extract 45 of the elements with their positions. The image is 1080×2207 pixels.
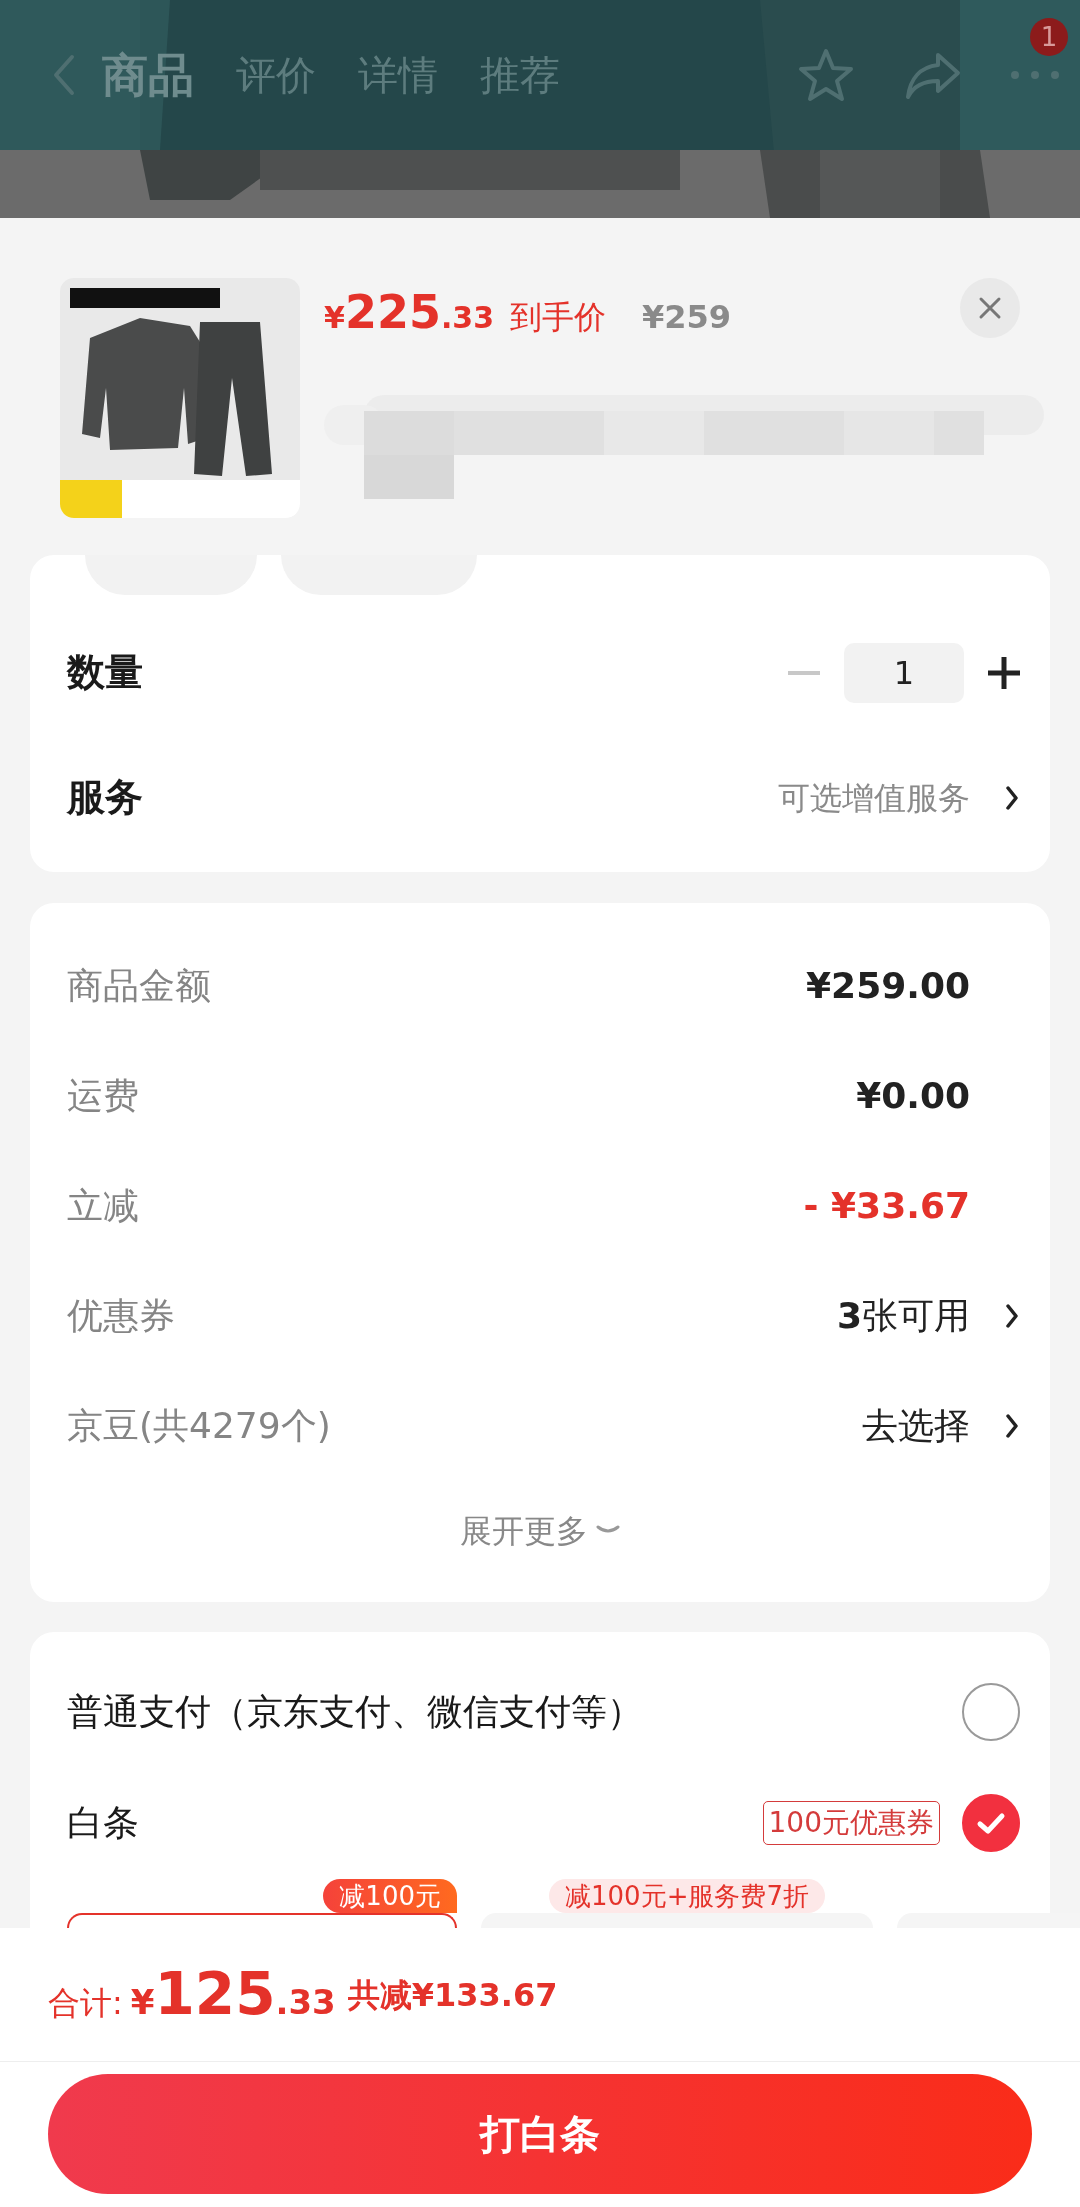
plus-icon <box>988 656 1020 689</box>
total-price: 合计: ¥125.33 <box>48 1959 336 2030</box>
row-label: 优惠券 <box>67 1294 175 1338</box>
quantity-field[interactable]: 1 <box>844 642 964 703</box>
quantity-label: 数量 <box>67 649 143 696</box>
chevron-icon <box>1004 1302 1020 1330</box>
plan-tag: 减100元 <box>323 1879 457 1913</box>
nav-tab[interactable]: 评价 <box>236 45 316 105</box>
chevron-icon <box>1004 1412 1020 1440</box>
payment-option[interactable]: 普通支付（京东支付、微信支付等） <box>67 1685 643 1739</box>
price-label: 到手价 <box>510 297 607 338</box>
row-link[interactable]: 去选择 <box>862 1399 970 1453</box>
more-button[interactable] <box>1010 70 1060 80</box>
original-price: ¥259 <box>642 297 732 338</box>
service-label: 服务 <box>67 774 143 821</box>
installment-plan[interactable] <box>67 1913 457 1928</box>
service-link[interactable]: 可选增值服务 <box>778 773 970 822</box>
row-value: - ¥33.67 <box>803 1184 970 1228</box>
row-label: 京豆(共4279个) <box>67 1404 331 1448</box>
sale-price: ¥225.33 <box>324 284 495 341</box>
row-label: 运费 <box>67 1074 139 1118</box>
row-value: ¥259.00 <box>806 964 970 1008</box>
expand-more-button[interactable]: 展开更多 <box>454 1506 626 1556</box>
checkmark-icon <box>976 1810 1006 1836</box>
nav-tab[interactable]: 推荐 <box>480 45 560 105</box>
close-icon <box>978 296 1002 320</box>
row-value: ¥0.00 <box>856 1074 970 1118</box>
radio-button[interactable] <box>962 1794 1020 1852</box>
nav-tab[interactable]: 详情 <box>358 45 438 105</box>
chevron-icon <box>1004 783 1020 812</box>
pay-button[interactable]: 打白条 <box>48 2074 1032 2194</box>
more-icon <box>1010 70 1060 80</box>
radio-button[interactable] <box>962 1683 1020 1741</box>
star-button[interactable] <box>796 47 856 103</box>
increase-button[interactable] <box>988 656 1020 689</box>
row-label: 商品金额 <box>67 964 211 1008</box>
payment-option[interactable]: 白条 <box>67 1796 139 1850</box>
plan-tag: 减100元+服务费7折 <box>549 1879 825 1913</box>
nav-tab[interactable]: 商品 <box>102 40 194 110</box>
coupon-tag: 100元优惠券 <box>762 1801 940 1845</box>
total-saving: 共减¥133.67 <box>347 1974 558 2016</box>
row-label: 立减 <box>67 1184 139 1228</box>
minus-icon <box>788 670 820 675</box>
row-link[interactable]: 3张可用 <box>836 1289 970 1343</box>
star-icon <box>796 47 856 103</box>
